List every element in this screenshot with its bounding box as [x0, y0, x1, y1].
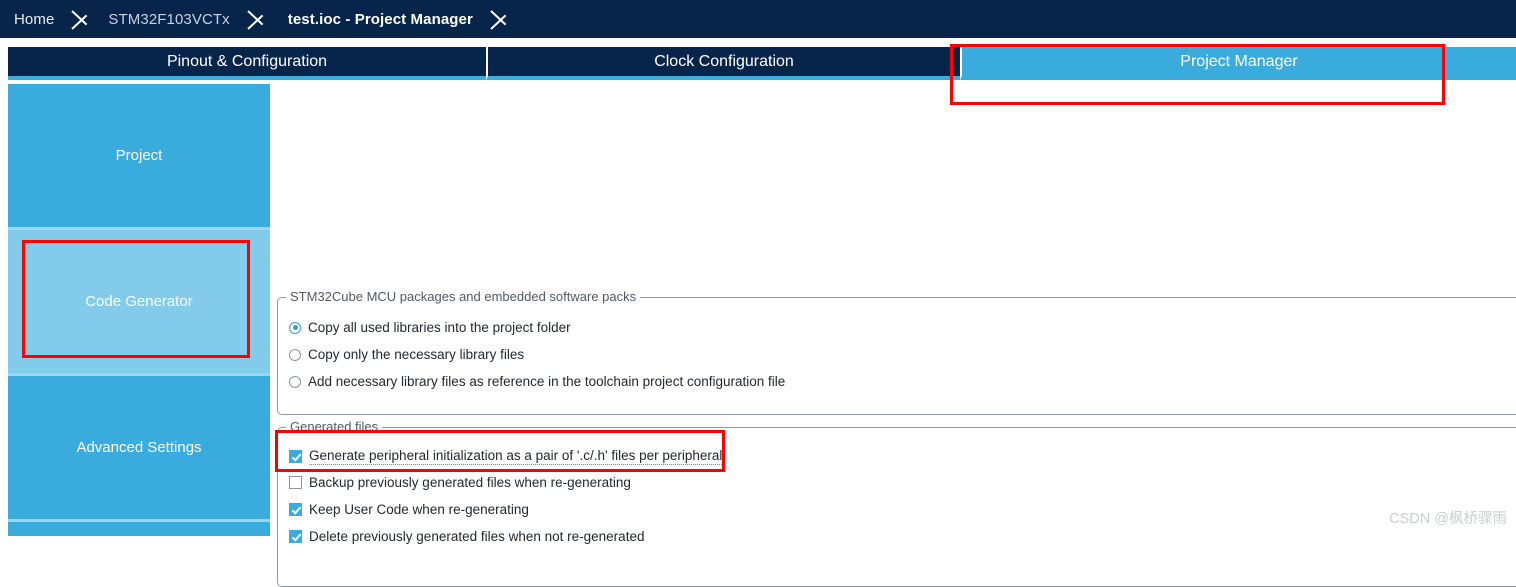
radio-button-icon[interactable] [289, 321, 301, 334]
sidebar-item-label: Advanced Settings [76, 439, 202, 456]
main-tab-bar: Pinout & Configuration Clock Configurati… [8, 47, 1516, 80]
breadcrumb-item-label: Home [14, 10, 55, 28]
checkbox-icon[interactable] [289, 530, 302, 543]
radio-row-copy-necessary-libraries[interactable]: Copy only the necessary library files [289, 347, 524, 362]
radio-button-icon[interactable] [289, 375, 301, 388]
radio-button-icon[interactable] [289, 348, 301, 361]
checkbox-row-generate-peripheral-init[interactable]: Generate peripheral initialization as a … [289, 448, 723, 465]
tab-label: Pinout & Configuration [166, 52, 328, 70]
checkbox-label: Keep User Code when re-generating [309, 502, 529, 517]
breadcrumb-item-home[interactable]: Home [0, 0, 68, 38]
radio-label: Copy only the necessary library files [308, 347, 525, 362]
checkbox-label: Generate peripheral initialization as a … [309, 448, 723, 465]
tab-label: Project Manager [1180, 52, 1298, 70]
breadcrumb-item-mcu[interactable]: STM32F103VCTx [94, 0, 243, 38]
breadcrumb-item-current[interactable]: test.ioc - Project Manager [270, 0, 487, 38]
checkbox-icon[interactable] [289, 450, 302, 463]
breadcrumb-item-label: test.ioc - Project Manager [287, 10, 473, 28]
tab-pinout-configuration[interactable]: Pinout & Configuration [8, 47, 486, 80]
checkbox-icon[interactable] [289, 503, 302, 516]
code-generator-panel: STM32Cube MCU packages and embedded soft… [272, 84, 1516, 587]
checkbox-icon[interactable] [289, 476, 302, 489]
sidebar-item-code-generator[interactable]: Code Generator [8, 230, 270, 376]
tab-clock-configuration[interactable]: Clock Configuration [486, 47, 960, 80]
sidebar-item-extra[interactable] [8, 522, 270, 536]
checkbox-row-delete-previously-generated[interactable]: Delete previously generated files when n… [289, 529, 644, 544]
radio-row-add-library-reference[interactable]: Add necessary library files as reference… [289, 374, 785, 389]
sidebar-item-advanced-settings[interactable]: Advanced Settings [8, 376, 270, 522]
sidebar-item-label: Code Generator [85, 293, 193, 310]
generated-files-groupbox: Generated files Generate peripheral init… [277, 419, 1516, 587]
chevron-right-icon [487, 0, 513, 38]
chevron-right-icon [68, 0, 94, 38]
tab-label: Clock Configuration [654, 52, 794, 70]
sidebar-item-label: Project [115, 147, 163, 164]
chevron-right-icon [244, 0, 270, 38]
packages-groupbox-legend: STM32Cube MCU packages and embedded soft… [286, 289, 641, 304]
breadcrumb: Home STM32F103VCTx test.ioc - Project Ma… [0, 0, 1516, 38]
project-manager-sidebar: Project Code Generator Advanced Settings [8, 84, 270, 536]
checkbox-label: Backup previously generated files when r… [309, 475, 631, 490]
radio-label: Copy all used libraries into the project… [308, 320, 571, 335]
sidebar-item-project[interactable]: Project [8, 84, 270, 230]
breadcrumb-item-label: STM32F103VCTx [108, 10, 230, 28]
radio-label: Add necessary library files as reference… [308, 374, 786, 389]
watermark: CSDN @枫桥骤雨 [1389, 511, 1507, 527]
tab-project-manager[interactable]: Project Manager [960, 47, 1516, 80]
radio-row-copy-all-libraries[interactable]: Copy all used libraries into the project… [289, 320, 571, 335]
checkbox-label: Delete previously generated files when n… [309, 529, 645, 544]
packages-groupbox: STM32Cube MCU packages and embedded soft… [277, 289, 1516, 415]
checkbox-row-backup-previously-generated[interactable]: Backup previously generated files when r… [289, 475, 631, 490]
generated-files-groupbox-legend: Generated files [286, 419, 383, 434]
checkbox-row-keep-user-code[interactable]: Keep User Code when re-generating [289, 502, 529, 517]
